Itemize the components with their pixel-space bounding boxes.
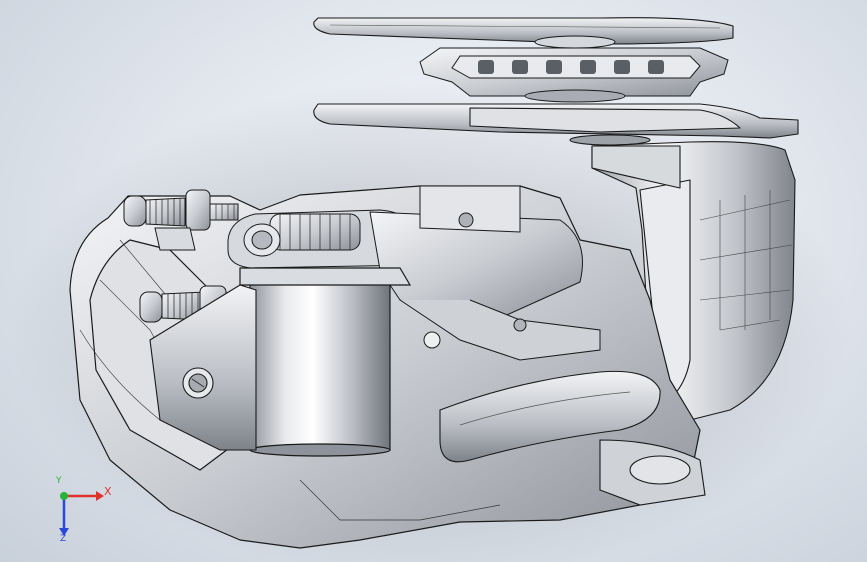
cad-viewport[interactable]: X Y Z	[0, 0, 867, 562]
y-axis-label: Y	[56, 476, 62, 486]
x-axis-label: X	[104, 485, 112, 498]
derailleur-model[interactable]	[0, 0, 867, 562]
jockey-pulley[interactable]	[419, 35, 729, 103]
z-axis-label: Z	[60, 534, 67, 544]
reference-triad: X Y Z	[44, 476, 124, 548]
triad-graphic	[54, 490, 104, 536]
upper-cage-plate[interactable]	[313, 17, 734, 45]
x-axis-arrowhead	[96, 491, 104, 501]
y-axis-dot	[60, 492, 68, 500]
main-pivot-cylinder[interactable]	[239, 267, 412, 457]
